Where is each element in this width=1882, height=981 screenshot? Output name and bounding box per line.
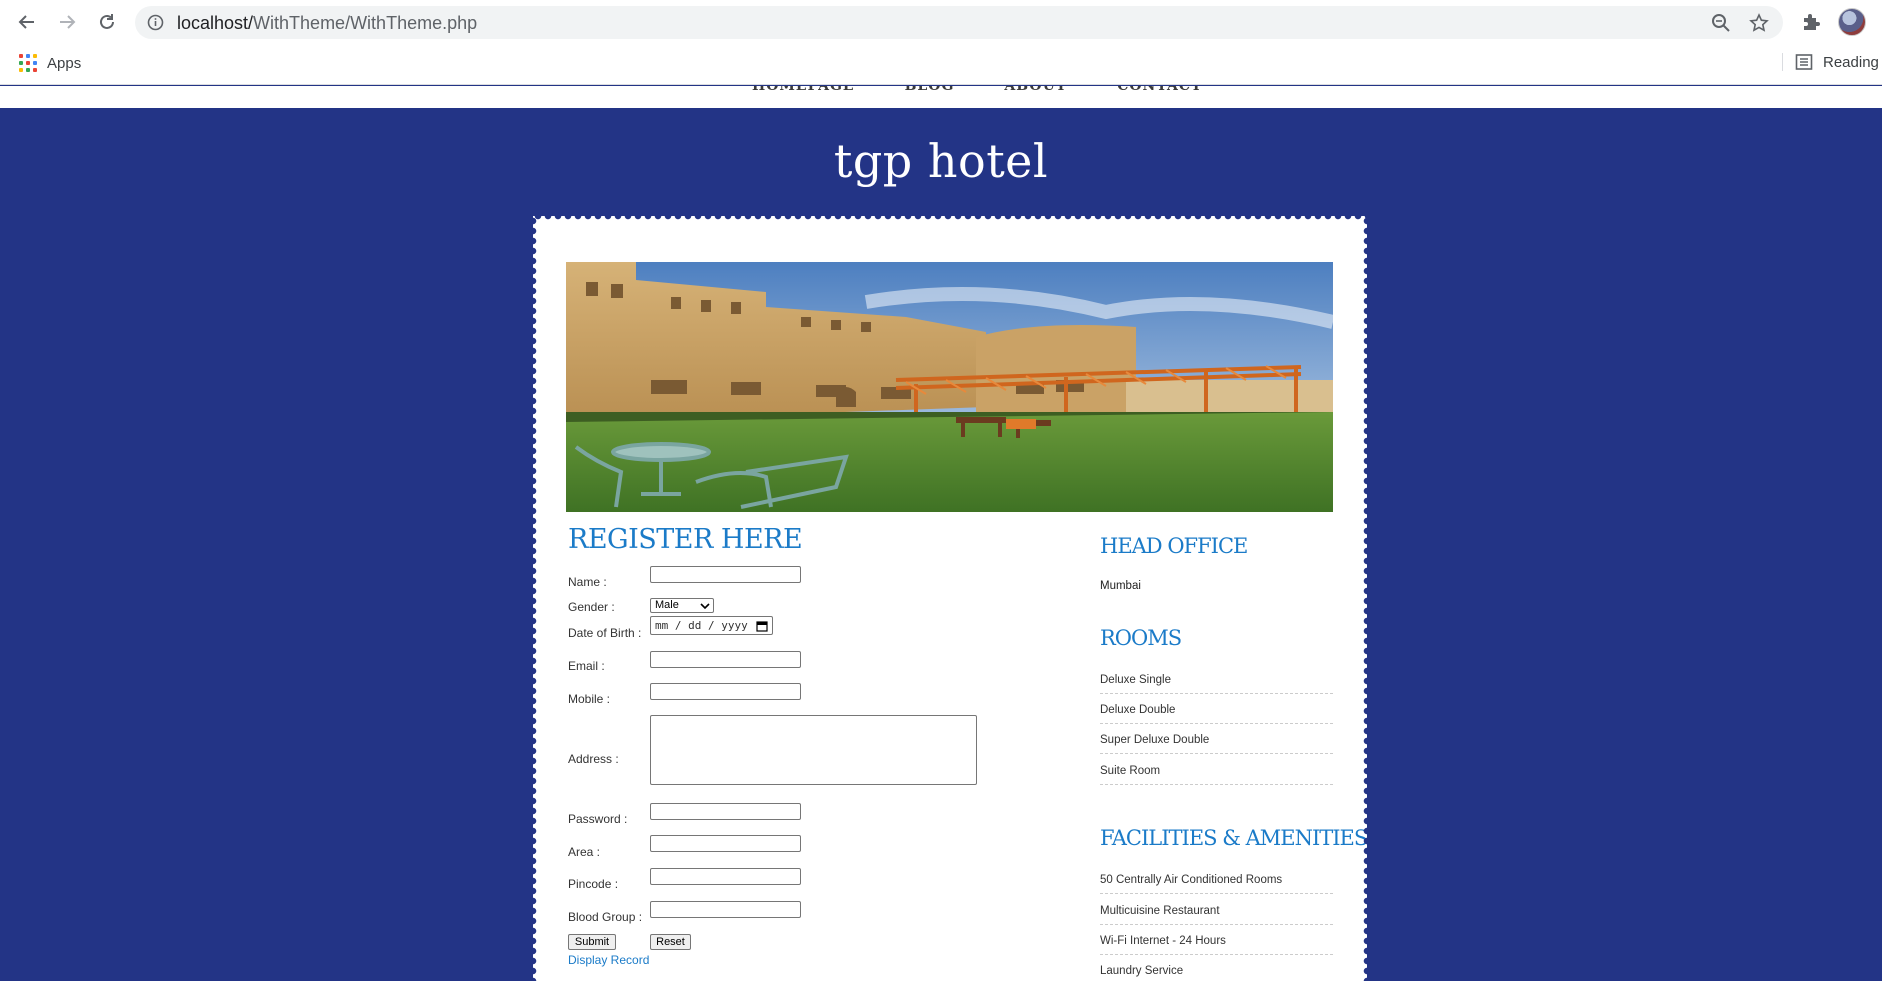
reset-button[interactable]: Reset xyxy=(650,934,691,950)
reload-icon xyxy=(100,14,114,29)
room-item[interactable]: Suite Room xyxy=(1100,760,1333,785)
url-host: localhost/ xyxy=(177,13,254,33)
apps-grid-icon xyxy=(19,54,37,72)
apps-shortcut[interactable]: Apps xyxy=(19,54,81,72)
card-scalloped-edge xyxy=(533,212,1367,220)
register-title: REGISTER HERE xyxy=(568,524,803,555)
calendar-icon[interactable] xyxy=(756,620,768,632)
area-input[interactable] xyxy=(650,835,801,852)
profile-avatar[interactable] xyxy=(1838,8,1866,36)
room-item[interactable]: Deluxe Double xyxy=(1100,699,1333,724)
facilities-title: FACILITIES & AMENITIES xyxy=(1100,826,1368,850)
blood-group-label: Blood Group : xyxy=(568,910,643,924)
forward-button[interactable] xyxy=(53,8,81,36)
browser-chrome: localhost/WithTheme/WithTheme.php Apps R… xyxy=(0,0,1882,85)
reading-list-icon xyxy=(1795,54,1813,70)
top-nav: HOMEPAGE BLOG ABOUT CONTACT xyxy=(752,86,1202,94)
submit-button[interactable]: Submit xyxy=(568,934,616,950)
room-item[interactable]: Super Deluxe Double xyxy=(1100,729,1333,754)
main-card: REGISTER HERE Name : Gender : Male Date … xyxy=(529,212,1371,981)
star-icon[interactable] xyxy=(1749,13,1769,33)
reload-button[interactable] xyxy=(93,8,121,36)
rooms-title: ROOMS xyxy=(1100,626,1182,650)
site-title: tgp hotel xyxy=(833,134,1049,188)
password-input[interactable] xyxy=(650,803,801,820)
pincode-input[interactable] xyxy=(650,868,801,885)
apps-label: Apps xyxy=(47,54,82,72)
nav-item-blog[interactable]: BLOG xyxy=(905,86,955,94)
url-text[interactable]: localhost/WithTheme/WithTheme.php xyxy=(177,13,477,34)
pincode-label: Pincode : xyxy=(568,877,619,891)
arrow-left-icon xyxy=(18,15,34,29)
email-input[interactable] xyxy=(650,651,801,668)
dob-placeholder: mm / dd / yyyy xyxy=(655,619,748,632)
facility-item[interactable]: Multicuisine Restaurant xyxy=(1100,900,1333,925)
gender-label: Gender : xyxy=(568,600,615,614)
nav-item-about[interactable]: ABOUT xyxy=(1004,86,1067,94)
arrow-right-icon xyxy=(60,15,76,29)
dob-label: Date of Birth : xyxy=(568,626,642,640)
area-label: Area : xyxy=(568,845,601,859)
email-label: Email : xyxy=(568,659,605,673)
reading-list-label: Reading xyxy=(1823,53,1879,71)
nav-item-contact[interactable]: CONTACT xyxy=(1117,86,1202,94)
url-path: WithTheme/WithTheme.php xyxy=(253,13,478,33)
extensions-puzzle-icon[interactable] xyxy=(1800,10,1824,34)
gender-select[interactable]: Male xyxy=(650,598,714,613)
scalloped-border xyxy=(0,104,1882,112)
head-office-city: Mumbai xyxy=(1100,580,1141,592)
bookmarks-bar: Apps Reading xyxy=(0,45,1882,85)
room-item[interactable]: Deluxe Single xyxy=(1100,669,1333,694)
mobile-input[interactable] xyxy=(650,683,801,700)
zoom-icon[interactable] xyxy=(1711,13,1731,33)
dob-input[interactable]: mm / dd / yyyy xyxy=(650,616,773,635)
reading-list-button[interactable]: Reading xyxy=(1782,53,1879,71)
address-bar[interactable]: localhost/WithTheme/WithTheme.php xyxy=(135,6,1783,39)
name-label: Name : xyxy=(568,575,607,589)
display-record-link[interactable]: Display Record xyxy=(568,953,649,967)
facility-item[interactable]: 50 Centrally Air Conditioned Rooms xyxy=(1100,869,1333,894)
mobile-label: Mobile : xyxy=(568,692,611,706)
head-office-title: HEAD OFFICE xyxy=(1100,534,1248,558)
back-button[interactable] xyxy=(13,8,41,36)
address-textarea[interactable] xyxy=(650,715,977,785)
info-icon[interactable] xyxy=(147,14,164,31)
gender-selected-value: Male xyxy=(655,599,679,611)
password-label: Password : xyxy=(568,812,628,826)
facility-item[interactable]: Wi-Fi Internet - 24 Hours xyxy=(1100,930,1333,955)
hotel-hero-image xyxy=(566,262,1333,512)
name-input[interactable] xyxy=(650,566,801,583)
blood-group-input[interactable] xyxy=(650,901,801,918)
nav-item-homepage[interactable]: HOMEPAGE xyxy=(752,86,855,94)
facility-item[interactable]: Laundry Service xyxy=(1100,960,1333,981)
address-label: Address : xyxy=(568,752,619,766)
chevron-down-icon xyxy=(700,603,710,610)
